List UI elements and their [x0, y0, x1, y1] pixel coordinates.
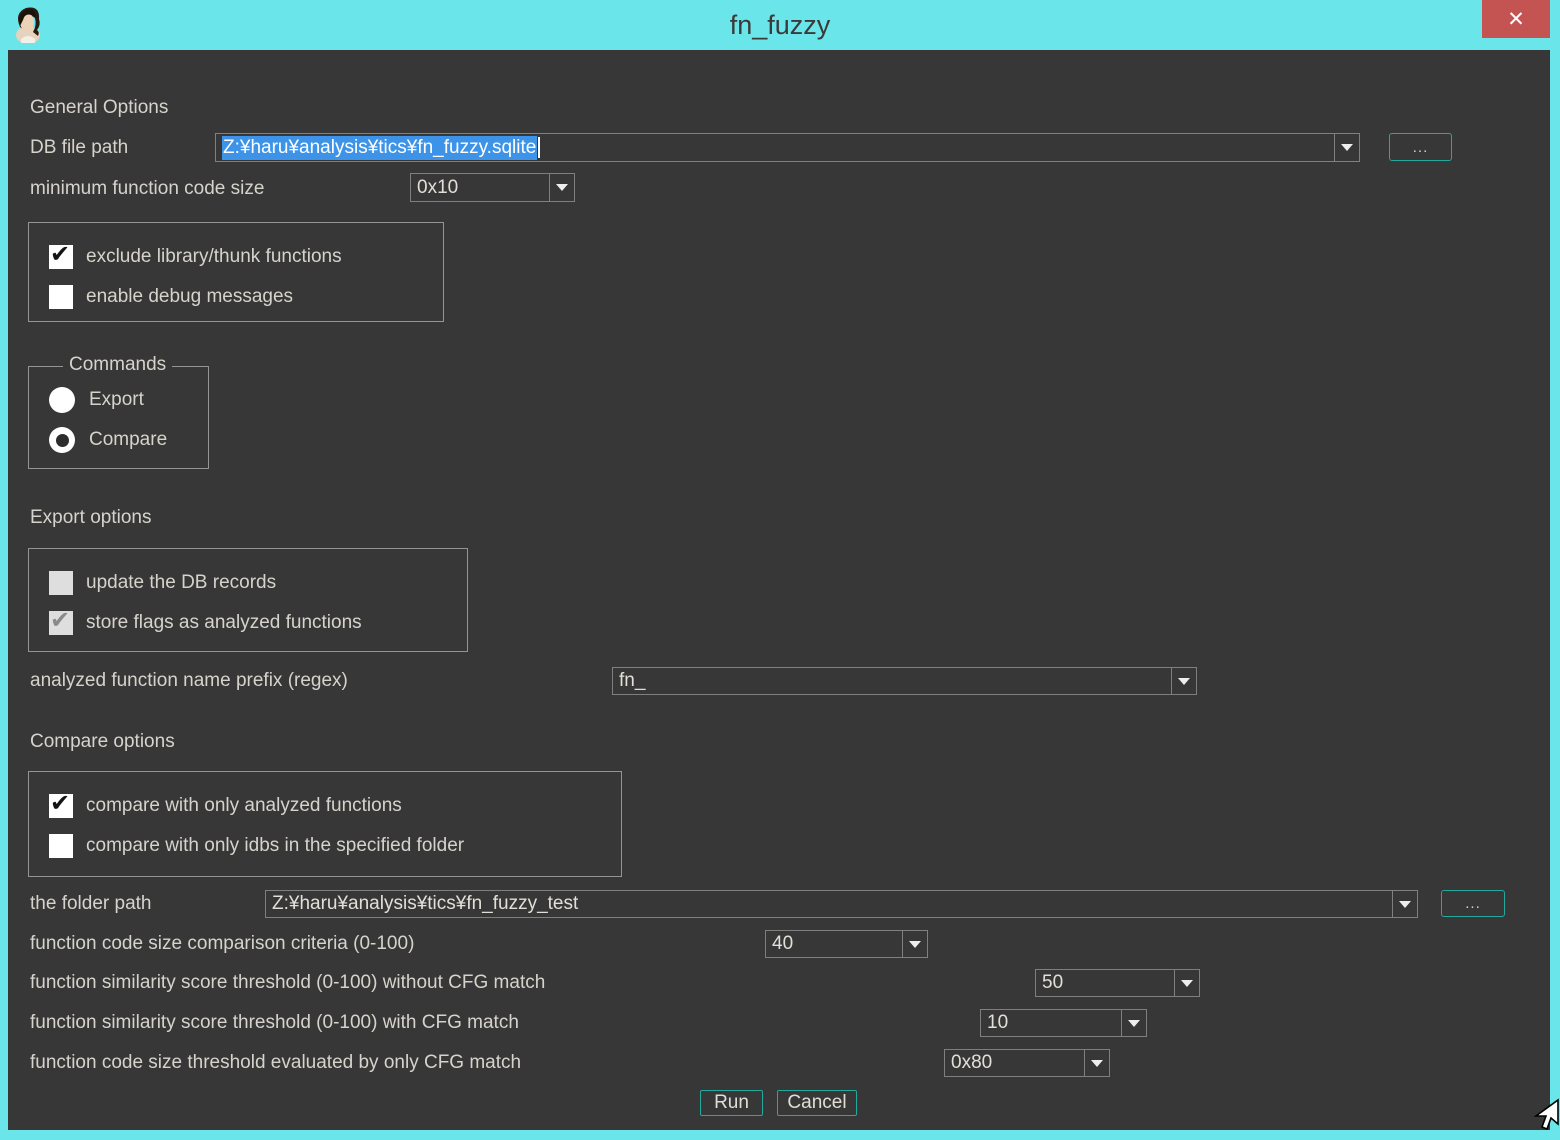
- chevron-down-icon[interactable]: [1392, 891, 1417, 917]
- check-icon: ✔: [50, 606, 70, 635]
- code-size-cfg-only-label: function code size threshold evaluated b…: [30, 1049, 521, 1077]
- sim-with-cfg-value: 10: [981, 1010, 1121, 1036]
- chevron-down-icon[interactable]: [1334, 134, 1359, 161]
- chevron-down-icon[interactable]: [549, 174, 574, 201]
- update-db-checkbox[interactable]: ✔: [49, 571, 73, 595]
- only-analyzed-label: compare with only analyzed functions: [86, 795, 402, 817]
- folder-path-combo[interactable]: Z:¥haru¥analysis¥tics¥fn_fuzzy_test: [265, 890, 1418, 918]
- exclude-library-checkbox[interactable]: ✔: [49, 245, 73, 269]
- code-size-cfg-only-value: 0x80: [945, 1050, 1084, 1076]
- radio-row-compare: Compare: [49, 419, 208, 461]
- folder-path-value: Z:¥haru¥analysis¥tics¥fn_fuzzy_test: [266, 891, 1392, 917]
- enable-debug-checkbox[interactable]: ✔: [49, 285, 73, 309]
- dialog-content: General Options DB file path Z:¥haru¥ana…: [8, 50, 1550, 1130]
- chevron-down-icon[interactable]: [1171, 668, 1196, 694]
- close-button[interactable]: ✕: [1482, 0, 1550, 38]
- window-title: fn_fuzzy: [0, 0, 1560, 50]
- prefix-label: analyzed function name prefix (regex): [30, 667, 348, 695]
- checkbox-row-store-flags: ✔ store flags as analyzed functions: [49, 603, 467, 643]
- export-radio-label: Export: [89, 389, 144, 411]
- folder-browse-button[interactable]: ...: [1441, 890, 1505, 917]
- folder-path-label: the folder path: [30, 890, 151, 918]
- export-radio[interactable]: [49, 387, 75, 413]
- code-size-criteria-label: function code size comparison criteria (…: [30, 930, 414, 958]
- sim-with-cfg-combo[interactable]: 10: [980, 1009, 1147, 1037]
- min-func-code-size-combo[interactable]: 0x10: [410, 173, 575, 202]
- run-button[interactable]: Run: [700, 1090, 763, 1116]
- sim-without-cfg-value: 50: [1036, 970, 1174, 996]
- store-flags-checkbox[interactable]: ✔: [49, 611, 73, 635]
- check-icon: ✔: [50, 789, 70, 818]
- general-options-heading: General Options: [30, 97, 168, 119]
- general-checkbox-group: ✔ exclude library/thunk functions ✔ enab…: [28, 222, 444, 322]
- only-idbs-checkbox[interactable]: ✔: [49, 834, 73, 858]
- prefix-combo[interactable]: fn_: [612, 667, 1197, 695]
- chevron-down-icon[interactable]: [1121, 1010, 1146, 1036]
- titlebar[interactable]: fn_fuzzy ✕: [0, 0, 1560, 50]
- compare-radio-label: Compare: [89, 429, 167, 451]
- exclude-library-label: exclude library/thunk functions: [86, 246, 342, 268]
- checkbox-row-update-db: ✔ update the DB records: [49, 563, 467, 603]
- only-idbs-label: compare with only idbs in the specified …: [86, 835, 464, 857]
- commands-group: Commands Export Compare: [28, 366, 209, 469]
- sim-with-cfg-label: function similarity score threshold (0-1…: [30, 1009, 519, 1037]
- radio-dot: [56, 434, 69, 447]
- chevron-down-icon[interactable]: [1084, 1050, 1109, 1076]
- code-size-criteria-combo[interactable]: 40: [765, 930, 928, 958]
- db-file-path-value: Z:¥haru¥analysis¥tics¥fn_fuzzy.sqlite: [222, 136, 537, 160]
- check-icon: ✔: [50, 240, 70, 269]
- export-options-heading: Export options: [30, 507, 151, 529]
- compare-checkbox-group: ✔ compare with only analyzed functions ✔…: [28, 771, 622, 877]
- chevron-down-icon[interactable]: [902, 931, 927, 957]
- checkbox-row-enable-debug: ✔ enable debug messages: [49, 277, 443, 317]
- checkbox-row-only-analyzed: ✔ compare with only analyzed functions: [49, 786, 621, 826]
- min-func-code-size-value: 0x10: [411, 174, 549, 201]
- sim-without-cfg-combo[interactable]: 50: [1035, 969, 1200, 997]
- db-file-path-combo[interactable]: Z:¥haru¥analysis¥tics¥fn_fuzzy.sqlite: [215, 133, 1360, 162]
- commands-legend: Commands: [63, 354, 172, 376]
- update-db-label: update the DB records: [86, 572, 276, 594]
- db-file-browse-button[interactable]: ...: [1389, 133, 1452, 161]
- store-flags-label: store flags as analyzed functions: [86, 612, 362, 634]
- checkbox-row-only-idbs: ✔ compare with only idbs in the specifie…: [49, 826, 621, 866]
- compare-options-heading: Compare options: [30, 731, 175, 753]
- prefix-value: fn_: [613, 668, 1171, 694]
- code-size-criteria-value: 40: [766, 931, 902, 957]
- export-checkbox-group: ✔ update the DB records ✔ store flags as…: [28, 548, 468, 652]
- fn-fuzzy-dialog: fn_fuzzy ✕ General Options DB file path …: [0, 0, 1560, 1140]
- text-caret: [538, 137, 540, 158]
- only-analyzed-checkbox[interactable]: ✔: [49, 794, 73, 818]
- radio-row-export: Export: [49, 381, 208, 419]
- sim-without-cfg-label: function similarity score threshold (0-1…: [30, 969, 545, 997]
- checkbox-row-exclude-library: ✔ exclude library/thunk functions: [49, 237, 443, 277]
- db-file-path-label: DB file path: [30, 133, 128, 162]
- chevron-down-icon[interactable]: [1174, 970, 1199, 996]
- enable-debug-label: enable debug messages: [86, 286, 293, 308]
- code-size-cfg-only-combo[interactable]: 0x80: [944, 1049, 1110, 1077]
- min-func-code-size-label: minimum function code size: [30, 174, 264, 203]
- cancel-button[interactable]: Cancel: [777, 1090, 857, 1116]
- compare-radio[interactable]: [49, 427, 75, 453]
- close-icon: ✕: [1507, 7, 1525, 32]
